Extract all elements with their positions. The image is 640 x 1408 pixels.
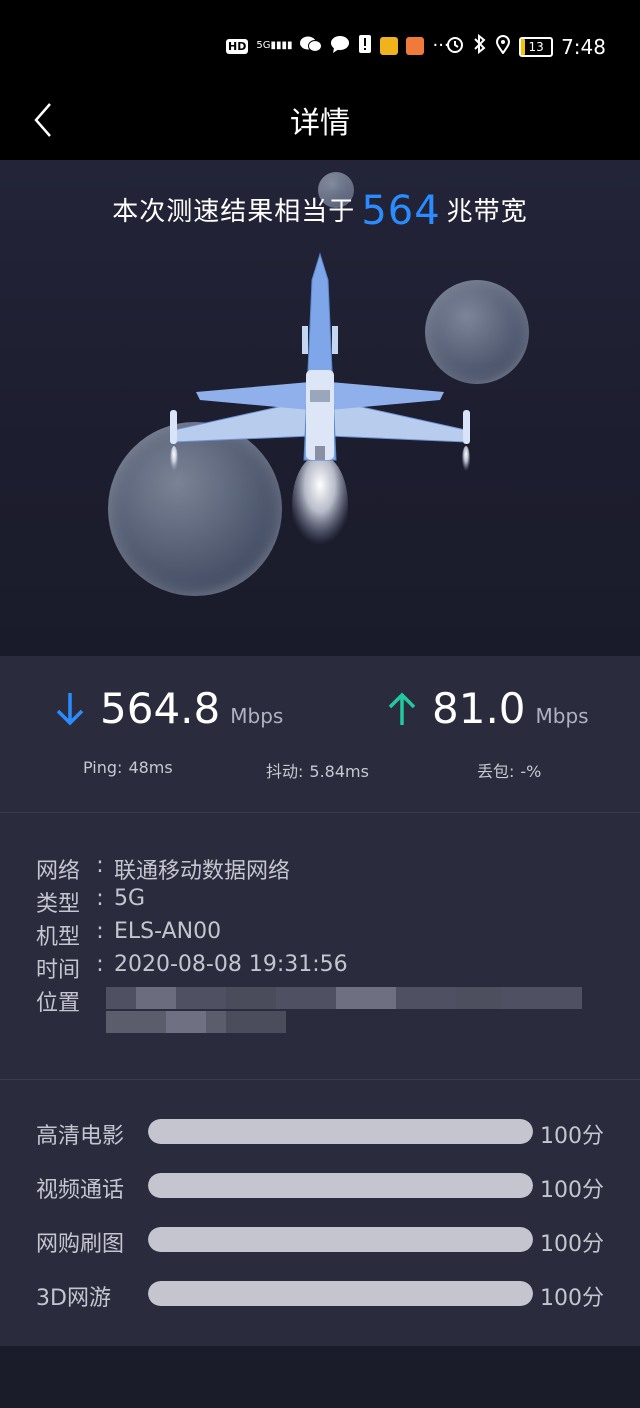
type-value: 5G: [114, 886, 146, 911]
packet-loss-stat: 丢包: -%: [477, 762, 542, 781]
network-value: 联通移动数据网络: [114, 859, 291, 884]
score-bar: [148, 1281, 533, 1306]
score-row: 视频通话 100分: [36, 1166, 616, 1206]
model-value: ELS-AN00: [114, 919, 222, 944]
ping-stat: Ping: 48ms: [83, 758, 173, 777]
download-speed: 564.8 Mbps: [54, 684, 283, 733]
alarm-icon: [445, 34, 465, 59]
network-row: 网络: 联通移动数据网络: [36, 853, 291, 884]
title-bar: 详情: [0, 90, 640, 160]
type-row: 类型:5G: [36, 886, 146, 917]
health-app-icon: [406, 37, 425, 55]
app-notification-icon: [380, 37, 399, 55]
message-icon: [330, 35, 350, 57]
download-value: 564.8: [100, 684, 221, 733]
score-bar: [148, 1173, 533, 1198]
wechat-icon: [300, 35, 323, 57]
battery-icon: 13: [519, 36, 554, 57]
score-bar: [148, 1227, 533, 1252]
download-arrow-icon: [56, 692, 84, 725]
score-row: 3D网游 100分: [36, 1274, 616, 1314]
system-icons: 13 7:48: [445, 33, 606, 59]
location-redacted-mosaic: [106, 987, 586, 1047]
upload-unit: Mbps: [535, 704, 589, 728]
upload-arrow-icon: [388, 692, 416, 725]
score-bar: [148, 1119, 533, 1144]
bandwidth-value: 564: [361, 188, 441, 234]
page-title: 详情: [290, 106, 350, 141]
bandwidth-headline: 本次测速结果相当于 564 兆带宽: [112, 188, 528, 234]
jitter-stat: 抖动: 5.84ms: [266, 762, 369, 781]
signal-5g-icon: 5G▮▮▮▮: [256, 40, 293, 51]
model-row: 机型: ELS-AN00: [36, 919, 222, 950]
notification-icons: HD 5G▮▮▮▮ ···: [226, 34, 450, 58]
bluetooth-icon: [473, 33, 487, 59]
score-row: 网购刷图 100分: [36, 1220, 616, 1260]
bottom-area: [0, 1346, 640, 1408]
scenario-scores-panel: 高清电影 100分 视频通话 100分 网购刷图 100分 3D网游 100分: [0, 1080, 640, 1346]
clock: 7:48: [561, 34, 606, 59]
speed-result-panel: 564.8 Mbps 81.0 Mbps Ping: 48ms 抖动: 5.84ms…: [0, 656, 640, 813]
location-icon: [495, 34, 511, 59]
hero-panel: 本次测速结果相当于 564 兆带宽: [0, 160, 640, 656]
jet-illustration: [170, 252, 470, 555]
time-value: 2020-08-08 19:31:56: [114, 952, 348, 977]
upload-value: 81.0: [432, 684, 526, 733]
score-row: 高清电影 100分: [36, 1112, 616, 1152]
location-row: 位置: [36, 991, 81, 1016]
hd-icon: HD: [226, 38, 249, 54]
upload-speed: 81.0 Mbps: [386, 684, 589, 733]
download-unit: Mbps: [230, 704, 284, 728]
alert-icon: [358, 34, 372, 58]
status-bar: HD 5G▮▮▮▮ ··· 13 7:48: [0, 0, 640, 90]
test-info-panel: 网络: 联通移动数据网络 类型:5G 机型: ELS-AN00 时间:2020-08…: [0, 813, 640, 1080]
time-row: 时间:2020-08-08 19:31:56: [36, 952, 348, 983]
